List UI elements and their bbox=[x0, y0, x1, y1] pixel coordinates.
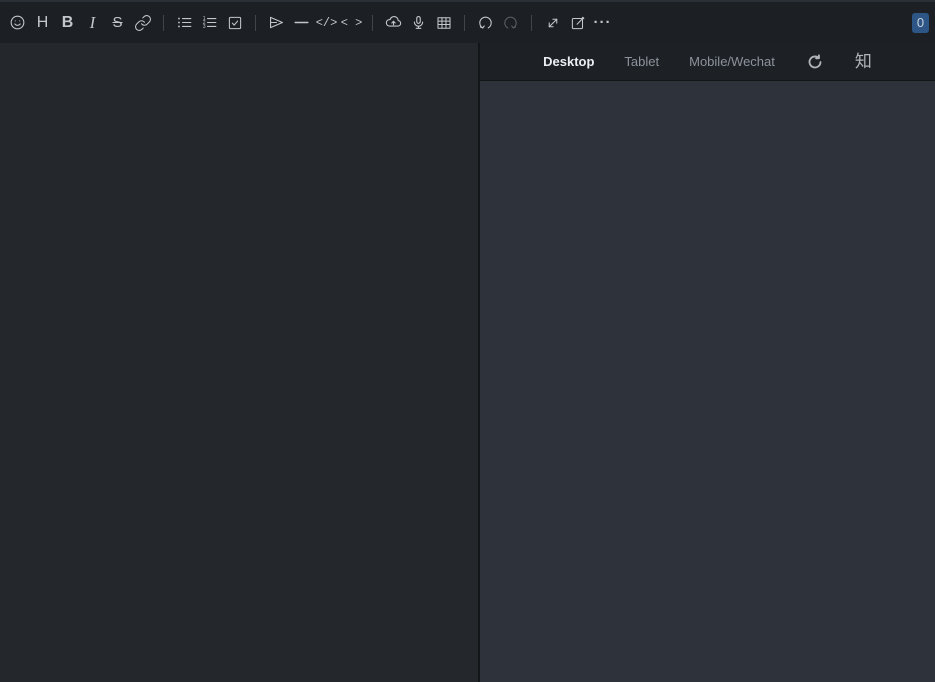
toolbar-separator bbox=[531, 14, 532, 31]
italic-icon: I bbox=[89, 13, 96, 32]
redo-icon bbox=[501, 13, 520, 32]
zhihu-icon: 知 bbox=[854, 52, 872, 71]
preview-pane: Desktop Tablet Mobile/Wechat 知 bbox=[480, 43, 935, 682]
inline-code-icon: < > bbox=[340, 15, 363, 30]
edit-preview-button[interactable] bbox=[565, 8, 590, 38]
toolbar-separator bbox=[255, 14, 256, 31]
main-split: Desktop Tablet Mobile/Wechat 知 bbox=[0, 43, 935, 682]
heading-icon: H bbox=[36, 13, 49, 31]
ordered-list-icon: 1 2 3 bbox=[200, 13, 219, 32]
table-icon bbox=[435, 14, 453, 32]
italic-button[interactable]: I bbox=[80, 8, 105, 38]
send-button[interactable] bbox=[264, 8, 289, 38]
strikethrough-button[interactable]: S bbox=[105, 8, 130, 38]
ordered-list-button[interactable]: 1 2 3 bbox=[197, 8, 222, 38]
fullscreen-icon bbox=[544, 14, 562, 32]
tab-mobile-wechat[interactable]: Mobile/Wechat bbox=[689, 54, 775, 69]
refresh-button[interactable] bbox=[805, 52, 825, 72]
heading-button[interactable]: H bbox=[30, 8, 55, 38]
toolbar-separator bbox=[464, 14, 465, 31]
link-icon bbox=[134, 14, 152, 32]
unordered-list-button[interactable] bbox=[172, 8, 197, 38]
edit-preview-icon bbox=[569, 14, 587, 32]
svg-text:3: 3 bbox=[203, 24, 206, 30]
bold-button[interactable]: B bbox=[55, 8, 80, 38]
code-block-icon: </> bbox=[315, 15, 338, 30]
microphone-button[interactable] bbox=[406, 8, 431, 38]
task-list-button[interactable] bbox=[222, 8, 247, 38]
redo-button[interactable] bbox=[498, 8, 523, 38]
tab-desktop[interactable]: Desktop bbox=[543, 54, 594, 69]
horizontal-rule-icon bbox=[292, 13, 311, 32]
upload-button[interactable] bbox=[381, 8, 406, 38]
app-window: H B I S 1 2 3 </> < > ··· 0 Desktop Tabl… bbox=[0, 0, 935, 682]
task-list-icon bbox=[226, 14, 244, 32]
emoji-icon bbox=[8, 13, 27, 32]
bold-icon: B bbox=[61, 13, 74, 31]
preview-content bbox=[480, 81, 935, 682]
word-count-badge: 0 bbox=[912, 12, 929, 33]
unordered-list-icon bbox=[175, 13, 194, 32]
upload-icon bbox=[384, 13, 403, 32]
undo-icon bbox=[476, 13, 495, 32]
code-block-button[interactable]: </> bbox=[314, 8, 339, 38]
inline-code-button[interactable]: < > bbox=[339, 8, 364, 38]
table-button[interactable] bbox=[431, 8, 456, 38]
send-icon bbox=[267, 13, 286, 32]
markdown-source-editor[interactable] bbox=[0, 43, 478, 682]
horizontal-rule-button[interactable] bbox=[289, 8, 314, 38]
tab-tablet[interactable]: Tablet bbox=[624, 54, 659, 69]
toolbar-separator bbox=[163, 14, 164, 31]
undo-button[interactable] bbox=[473, 8, 498, 38]
fullscreen-button[interactable] bbox=[540, 8, 565, 38]
strikethrough-icon: S bbox=[112, 14, 123, 31]
emoji-button[interactable] bbox=[5, 8, 30, 38]
microphone-icon bbox=[409, 13, 428, 32]
more-icon: ··· bbox=[593, 14, 612, 31]
preview-header: Desktop Tablet Mobile/Wechat 知 bbox=[480, 43, 935, 81]
link-button[interactable] bbox=[130, 8, 155, 38]
refresh-icon bbox=[805, 52, 825, 72]
editor-toolbar: H B I S 1 2 3 </> < > ··· 0 bbox=[0, 0, 935, 43]
zhihu-export-button[interactable]: 知 bbox=[855, 53, 872, 70]
more-button[interactable]: ··· bbox=[590, 8, 615, 38]
toolbar-separator bbox=[372, 14, 373, 31]
